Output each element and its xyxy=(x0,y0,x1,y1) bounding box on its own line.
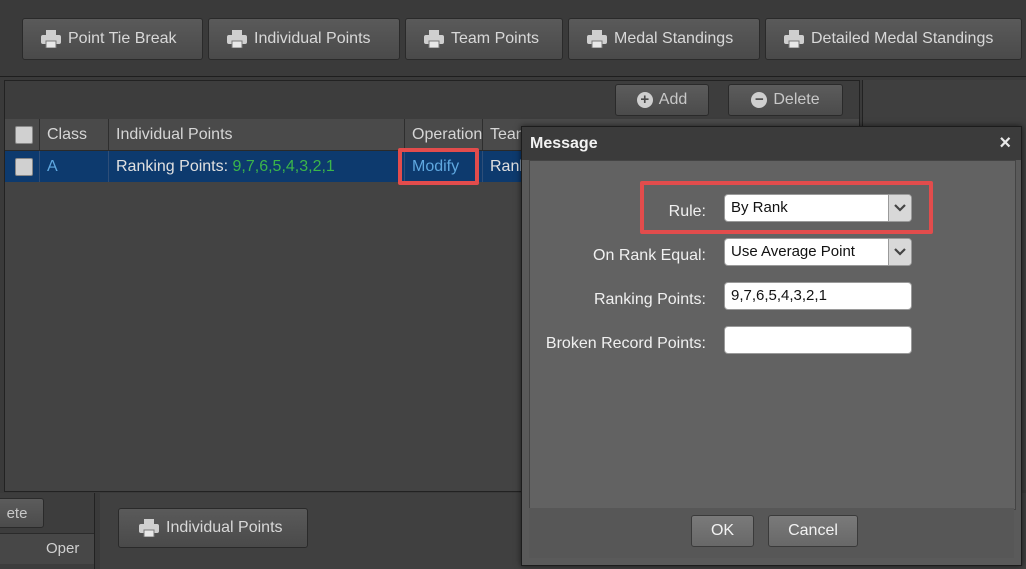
medal-standings-button[interactable]: Medal Standings xyxy=(568,18,760,60)
bottom-left-panel: ete Oper xyxy=(0,493,95,569)
printer-icon xyxy=(139,519,159,537)
add-button[interactable]: + Add xyxy=(615,84,709,116)
print-individual-points-button[interactable]: Individual Points xyxy=(118,508,308,548)
dialog-title: Message xyxy=(530,135,598,152)
print-individual-points-label: Individual Points xyxy=(166,519,283,536)
broken-record-label: Broken Record Points: xyxy=(545,335,706,352)
grid-toolbar: + Add − Delete xyxy=(5,81,859,120)
delete-button[interactable]: − Delete xyxy=(728,84,843,116)
rank-equal-select-value: Use Average Point xyxy=(731,243,855,260)
row-class-cell: A xyxy=(39,151,108,182)
modify-highlight-box xyxy=(398,148,479,185)
broken-record-input[interactable] xyxy=(724,326,912,354)
select-all-checkbox[interactable] xyxy=(15,126,33,144)
delete-label: Delete xyxy=(773,91,820,108)
column-header-individual-points[interactable]: Individual Points xyxy=(108,119,406,150)
printer-icon xyxy=(424,30,444,48)
printer-icon xyxy=(227,30,247,48)
report-toolbar: Point Tie Break Individual Points Team P… xyxy=(0,0,1026,77)
team-points-button[interactable]: Team Points xyxy=(405,18,563,60)
point-tie-break-label: Point Tie Break xyxy=(68,30,177,47)
row-individual-points-cell: Ranking Points: 9,7,6,5,4,3,2,1 xyxy=(108,151,406,182)
rank-equal-select[interactable]: Use Average Point xyxy=(724,238,912,266)
printer-icon xyxy=(41,30,61,48)
broken-record-label-wrap: Broken Record Points: xyxy=(530,330,706,358)
delete-partial-label: ete xyxy=(6,504,28,522)
detailed-medal-standings-label: Detailed Medal Standings xyxy=(811,30,994,47)
medal-standings-label: Medal Standings xyxy=(614,30,734,47)
column-header-operation[interactable]: Operation xyxy=(404,119,482,150)
ranking-points-input[interactable]: 9,7,6,5,4,3,2,1 xyxy=(724,282,912,310)
bottom-left-header: Oper xyxy=(0,533,94,564)
individual-points-label: Individual Points xyxy=(254,30,371,47)
add-label: Add xyxy=(658,91,688,108)
points-value: 9,7,6,5,4,3,2,1 xyxy=(232,158,335,175)
column-header-class[interactable]: Class xyxy=(39,119,108,150)
rule-highlight-box xyxy=(640,181,933,234)
individual-points-button[interactable]: Individual Points xyxy=(208,18,400,60)
dialog-footer: OK Cancel xyxy=(529,508,1014,558)
chevron-down-icon[interactable] xyxy=(888,239,911,265)
row-checkbox[interactable] xyxy=(15,158,33,176)
rank-equal-label: On Rank Equal: xyxy=(593,247,706,264)
minus-icon: − xyxy=(751,92,768,108)
printer-icon xyxy=(784,30,804,48)
ranking-points-label: Ranking Points: xyxy=(593,291,706,308)
close-icon[interactable]: × xyxy=(999,132,1011,155)
printer-icon xyxy=(587,30,607,48)
plus-icon: + xyxy=(636,92,653,108)
delete-button-partial[interactable]: ete xyxy=(0,498,44,528)
rank-equal-label-wrap: On Rank Equal: xyxy=(530,242,706,270)
point-tie-break-button[interactable]: Point Tie Break xyxy=(22,18,203,60)
dialog-body: Rule: By Rank On Rank Equal: Use Average… xyxy=(529,160,1016,510)
dialog-titlebar[interactable]: Message × xyxy=(522,127,1021,160)
team-points-label: Team Points xyxy=(451,30,540,47)
message-dialog: Message × Rule: By Rank On Rank Equal: U… xyxy=(521,126,1022,566)
detailed-medal-standings-button[interactable]: Detailed Medal Standings xyxy=(765,18,1022,60)
points-prefix: Ranking Points: xyxy=(116,158,229,175)
ok-button[interactable]: OK xyxy=(691,515,754,547)
oper-header-partial: Oper xyxy=(46,540,80,557)
cancel-button[interactable]: Cancel xyxy=(768,515,858,547)
ranking-points-label-wrap: Ranking Points: xyxy=(530,286,706,314)
